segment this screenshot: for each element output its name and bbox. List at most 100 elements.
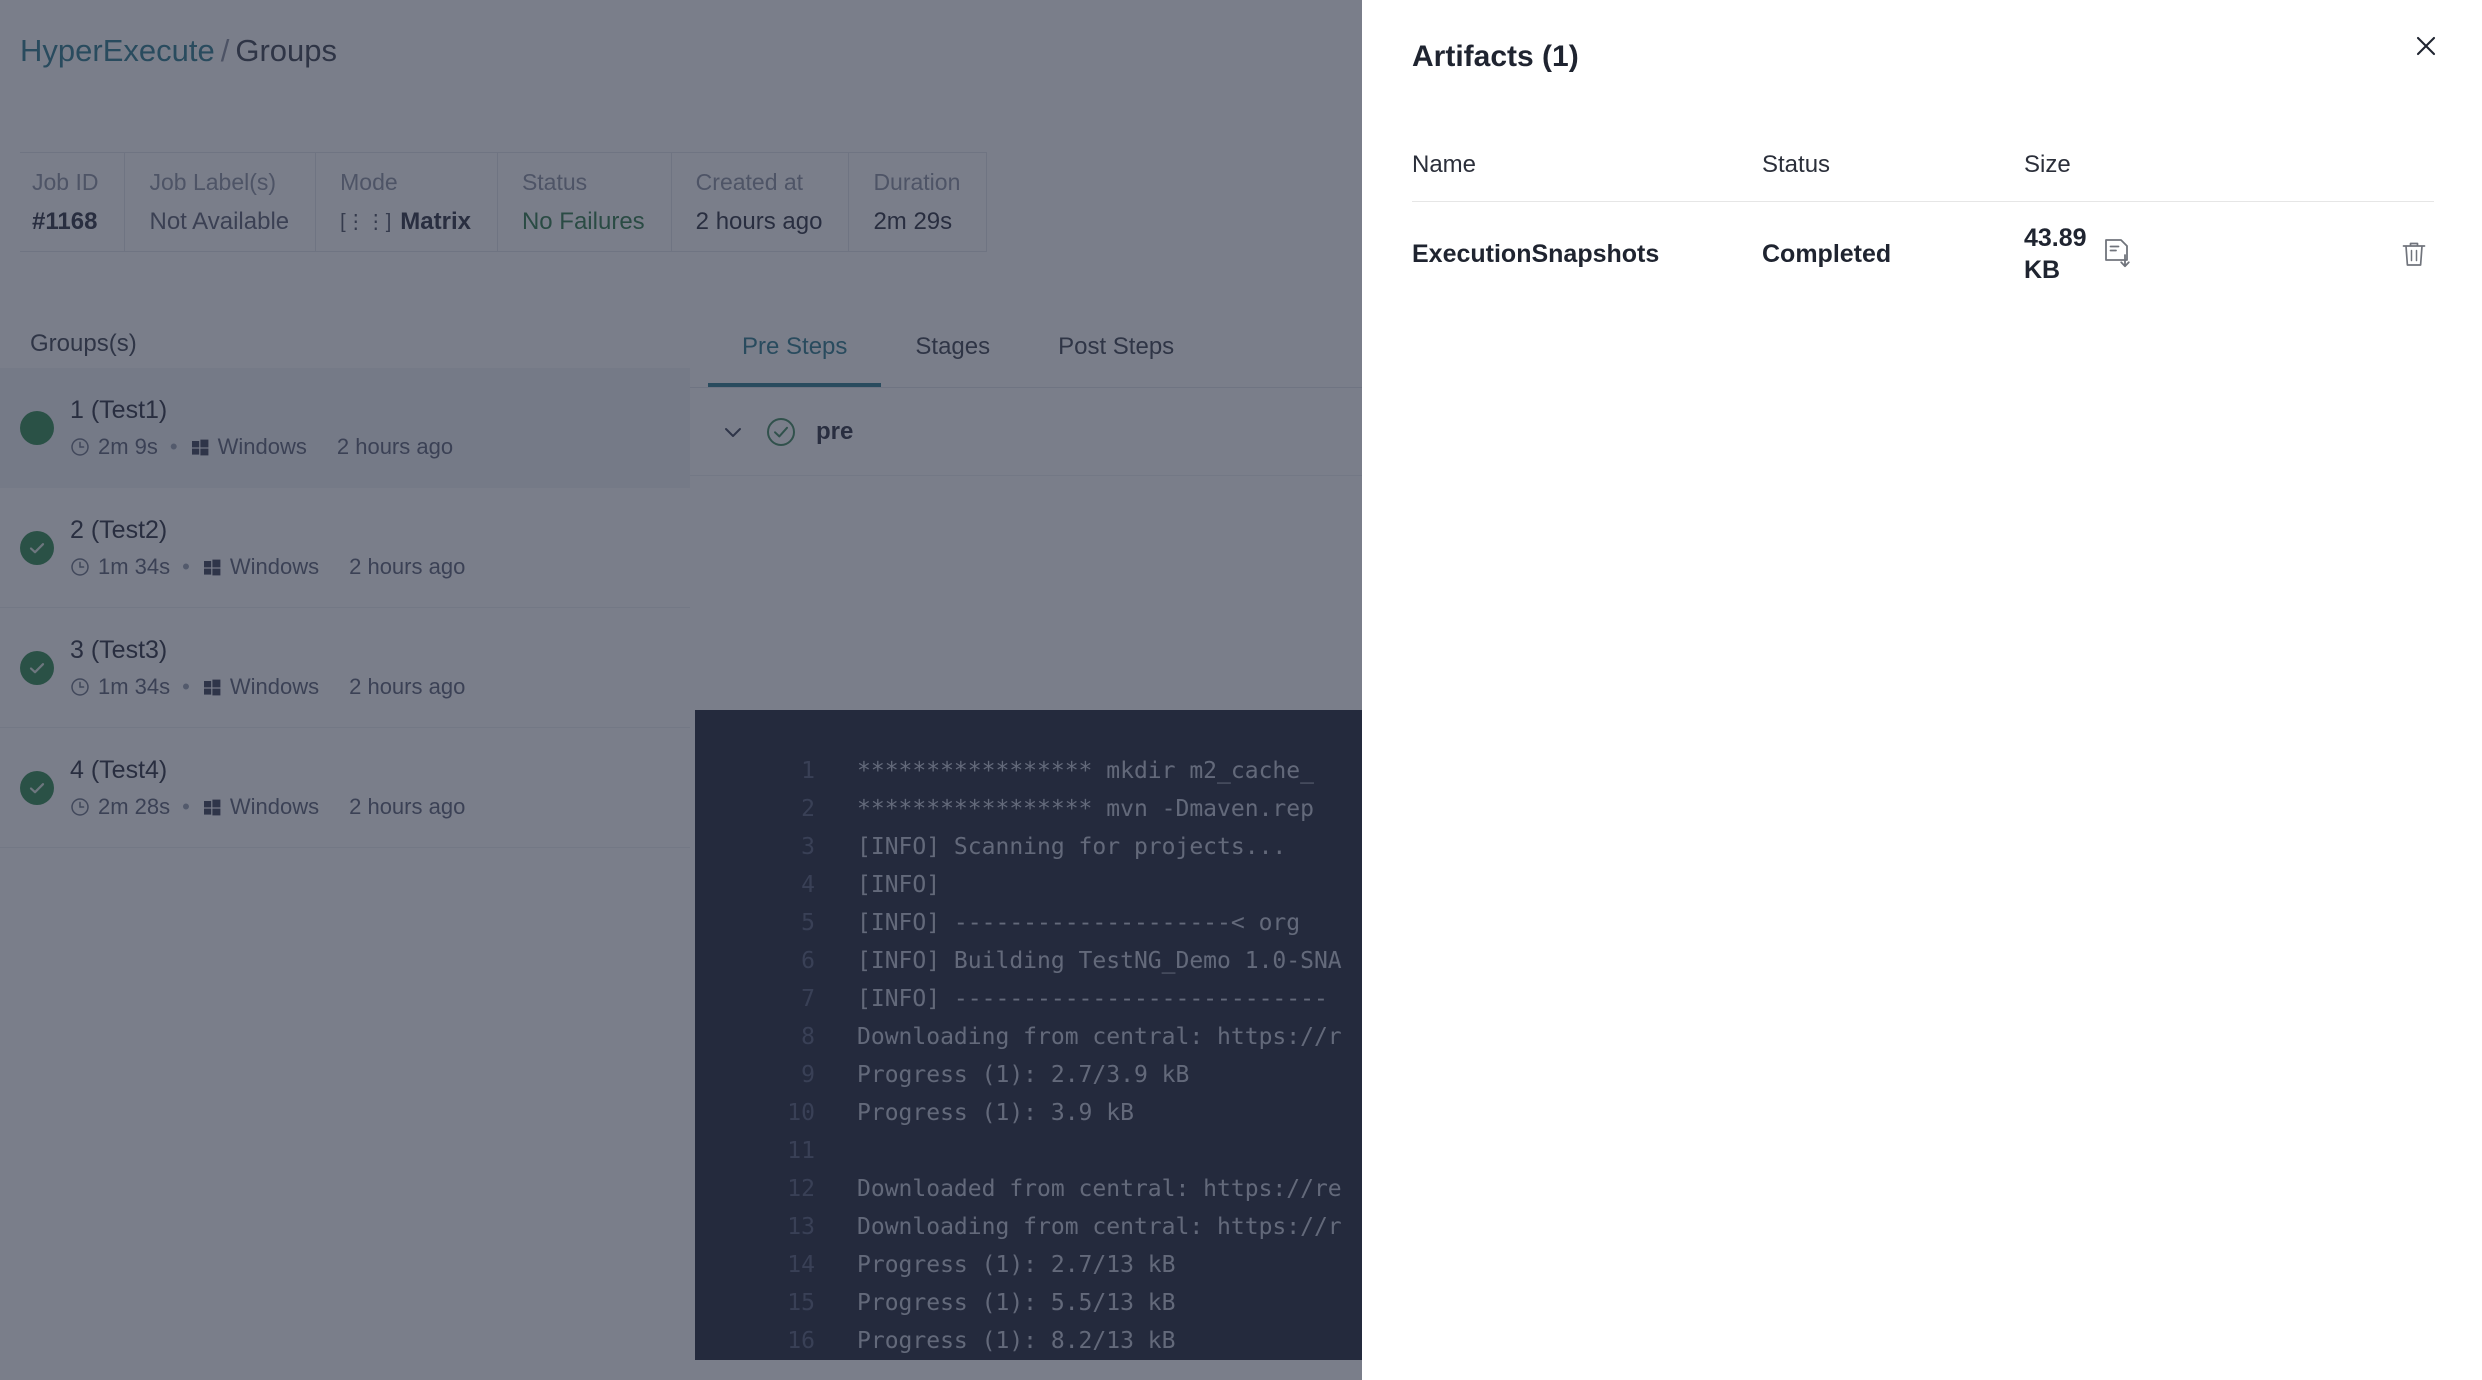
artifact-size: 43.89 KB [2024, 224, 2087, 284]
line-number: 12 [787, 1176, 815, 1202]
chevron-down-icon[interactable] [720, 419, 746, 445]
group-platform: Windows [202, 554, 319, 580]
meta-label-status: Status [521, 169, 588, 195]
tab-pre-steps[interactable]: Pre Steps [708, 310, 882, 387]
console-line: 12 Downloaded from central: https://re [695, 1176, 1362, 1214]
step-row-pre[interactable]: pre [690, 388, 1362, 476]
tab-stages[interactable]: Stages [881, 310, 1024, 387]
groups-header-label: Groups(s) [30, 330, 137, 357]
artifact-status: Completed [1762, 240, 1892, 268]
console-line: 10 Progress (1): 3.9 kB [695, 1100, 1362, 1138]
group-meta-separator: • [169, 434, 178, 459]
column-header-status: Status [1762, 150, 1831, 178]
meta-value-duration: 2m 29s [873, 208, 953, 235]
artifacts-table: Name Status Size ExecutionSnapshots Comp… [1412, 128, 2434, 306]
group-platform-text: Windows [229, 794, 320, 819]
line-text: Progress (1): 8.2/13 kB [857, 1328, 1176, 1354]
group-item-body: 2 (Test2) 1m 34s • Windows 2 hours ago [70, 515, 465, 580]
group-duration: 2m 9s [70, 434, 158, 460]
group-created-text: 2 hours ago [349, 794, 466, 819]
artifact-delete-cell [2202, 239, 2434, 269]
meta-cell-duration: Duration 2m 29s [849, 153, 988, 251]
group-item-body: 1 (Test1) 2m 9s • Windows 2 hours ago [70, 395, 453, 460]
artifact-name: ExecutionSnapshots [1412, 240, 1660, 268]
breadcrumb: HyperExecute / Groups [20, 32, 337, 70]
group-item-meta: 2m 9s • Windows 2 hours ago [70, 434, 453, 460]
clock-icon [71, 438, 89, 456]
line-text: Downloading from central: https://r [857, 1214, 1342, 1240]
close-button[interactable] [2402, 22, 2450, 70]
group-duration-text: 1m 34s [98, 674, 171, 699]
line-number: 16 [787, 1328, 815, 1354]
group-created-text: 2 hours ago [349, 554, 466, 579]
clock-icon [71, 558, 89, 576]
group-item-title: 3 (Test3) [70, 636, 168, 664]
console-line: 2 ***************** mvn -Dmaven.rep [695, 796, 1362, 834]
file-download-icon[interactable] [2102, 238, 2132, 270]
line-number: 7 [801, 986, 815, 1012]
line-text: Progress (1): 2.7/13 kB [857, 1252, 1176, 1278]
line-number: 5 [801, 910, 815, 936]
group-list-item[interactable]: 4 (Test4) 2m 28s • Windows 2 hours ago [0, 728, 690, 848]
windows-icon [203, 679, 221, 696]
group-item-meta: 2m 28s • Windows 2 hours ago [70, 794, 465, 820]
group-platform-text: Windows [229, 554, 320, 579]
group-status-passed-icon [20, 410, 54, 445]
group-meta-separator: • [182, 794, 190, 819]
group-item-body: 4 (Test4) 2m 28s • Windows 2 hours ago [70, 755, 465, 820]
group-duration: 1m 34s [70, 674, 170, 700]
console-line: 14 Progress (1): 2.7/13 kB [695, 1252, 1362, 1290]
line-number: 15 [787, 1290, 815, 1316]
line-number: 3 [801, 834, 815, 860]
meta-label-duration: Duration [873, 169, 961, 195]
line-text: Downloading from central: https://r [857, 1024, 1342, 1050]
line-text: Progress (1): 2.7/3.9 kB [857, 1062, 1190, 1088]
artifacts-table-header: Name Status Size [1412, 128, 2434, 202]
trash-icon[interactable] [2400, 239, 2428, 269]
meta-label-mode: Mode [340, 169, 398, 195]
artifact-download-cell [2102, 238, 2202, 270]
group-list-item[interactable]: 1 (Test1) 2m 9s • Windows 2 hours ago [0, 368, 690, 488]
meta-label-created-at: Created at [695, 169, 804, 195]
meta-label-job-id: Job ID [32, 169, 99, 195]
line-text: ***************** mkdir m2_cache_ [857, 758, 1314, 784]
console-line: 1 ***************** mkdir m2_cache_ [695, 758, 1362, 796]
matrix-icon: [⋮⋮] [340, 211, 392, 233]
step-name: pre [816, 417, 854, 445]
console-line: 3 [INFO] Scanning for projects... [695, 834, 1362, 872]
line-text: [INFO] --------------------< org [857, 910, 1301, 936]
line-number: 10 [787, 1100, 815, 1126]
breadcrumb-app-link[interactable]: HyperExecute [20, 33, 215, 68]
group-status-passed-icon [20, 530, 54, 565]
group-duration: 1m 34s [70, 554, 170, 580]
line-number: 6 [801, 948, 815, 974]
group-list-item[interactable]: 3 (Test3) 1m 34s • Windows 2 hours ago [0, 608, 690, 728]
line-number: 8 [801, 1024, 815, 1050]
group-meta-separator: • [182, 674, 190, 699]
breadcrumb-current: Groups [235, 33, 338, 68]
close-icon[interactable] [2411, 31, 2441, 61]
line-number: 2 [801, 796, 815, 822]
group-platform: Windows [190, 434, 307, 460]
line-number: 4 [801, 872, 815, 898]
group-list-item[interactable]: 2 (Test2) 1m 34s • Windows 2 hours ago [0, 488, 690, 608]
group-duration: 2m 28s [70, 794, 170, 820]
job-id-text: #1168 [32, 208, 98, 235]
console-line: 9 Progress (1): 2.7/3.9 kB [695, 1062, 1362, 1100]
column-header-name: Name [1412, 150, 1477, 178]
line-text: [INFO] --------------------------- [857, 986, 1328, 1012]
group-duration-text: 2m 9s [98, 434, 158, 459]
meta-value-job-id: #1168 [32, 207, 98, 237]
group-created-text: 2 hours ago [336, 434, 454, 459]
mode-text: Matrix [400, 208, 471, 235]
line-text: [INFO] [857, 872, 941, 898]
console-output[interactable]: 1 ***************** mkdir m2_cache_ 2 ****… [695, 710, 1362, 1360]
artifacts-drawer-header: Artifacts (1) [1362, 0, 2482, 110]
tab-post-steps[interactable]: Post Steps [1024, 310, 1208, 387]
console-line: 6 [INFO] Building TestNG_Demo 1.0-SNA [695, 948, 1362, 986]
column-header-size: Size [2024, 150, 2071, 178]
line-number: 13 [787, 1214, 815, 1240]
line-number: 11 [787, 1138, 815, 1164]
group-created-text: 2 hours ago [349, 674, 466, 699]
line-number: 9 [801, 1062, 815, 1088]
